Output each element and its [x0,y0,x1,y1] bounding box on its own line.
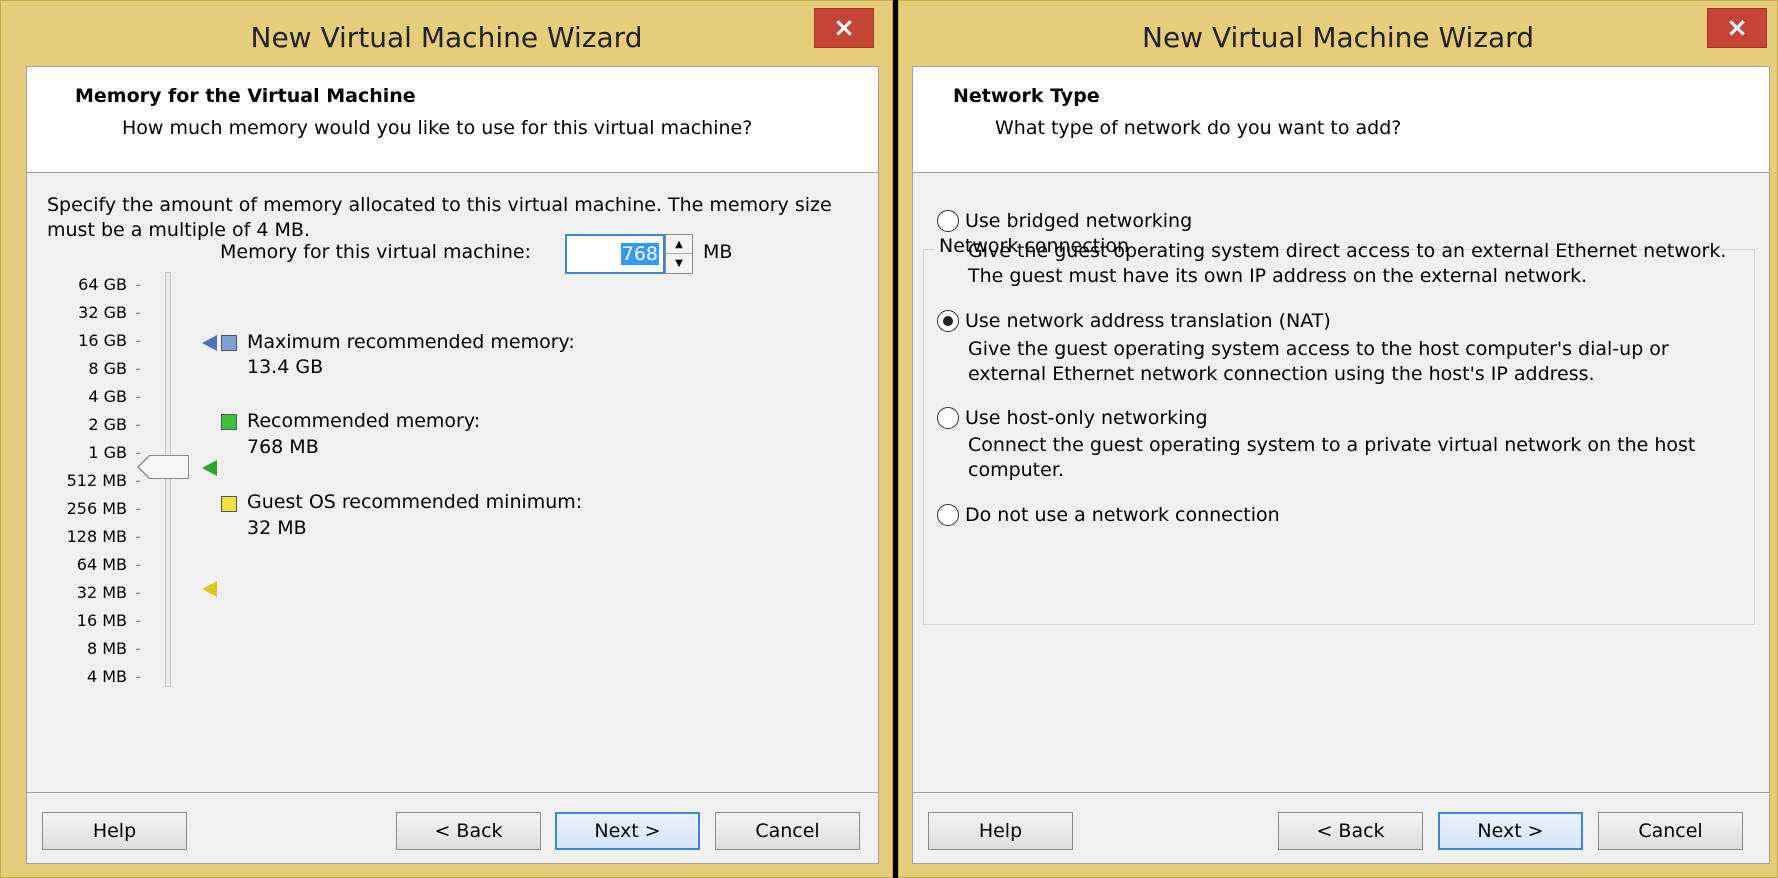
memory-label: Memory for this virtual machine: [220,241,532,263]
scale-tick: 4 MB [47,663,141,691]
nat-radio[interactable] [937,310,959,332]
scale-tick: 16 GB [47,327,141,355]
page-subtitle: What type of network do you want to add? [995,117,1402,139]
memory-unit: MB [703,241,733,263]
scale-tick: 64 GB [47,271,141,299]
recommended-value: 768 MB [247,436,319,458]
scale-tick: 64 MB [47,551,141,579]
scale-tick: 2 GB [47,411,141,439]
nat-description: Give the guest operating system access t… [968,338,1669,385]
scale-tick: 32 GB [47,299,141,327]
close-button[interactable]: × [1707,8,1767,48]
cancel-button[interactable]: Cancel [715,812,860,850]
memory-stepper[interactable]: ▲ ▼ [665,234,693,274]
next-button[interactable]: Next > [555,812,700,850]
scale-tick: 8 MB [47,635,141,663]
memory-input[interactable]: 768 [565,234,665,274]
scale-tick: 4 GB [47,383,141,411]
next-button[interactable]: Next > [1438,812,1583,850]
scale-tick: 8 GB [47,355,141,383]
memory-description: Specify the amount of memory allocated t… [47,194,832,241]
recommended-marker-icon [202,460,217,476]
title-bar[interactable]: New Virtual Machine Wizard × [899,1,1777,66]
bridged-description: Give the guest operating system direct a… [968,240,1727,287]
minimum-marker-icon [202,581,217,597]
host-only-label[interactable]: Use host-only networking [965,407,1208,429]
wizard-header: Memory for the Virtual Machine How much … [27,67,878,173]
network-wizard-window: New Virtual Machine Wizard × Network Typ… [898,0,1778,878]
recommended-swatch-icon [221,414,237,430]
help-button[interactable]: Help [928,812,1073,850]
page-title: Memory for the Virtual Machine [75,85,416,107]
memory-slider-track[interactable] [165,272,171,687]
scale-tick: 16 MB [47,607,141,635]
scale-tick: 128 MB [47,523,141,551]
bridged-radio[interactable] [937,210,959,232]
help-button[interactable]: Help [42,812,187,850]
wizard-header: Network Type What type of network do you… [913,67,1769,173]
scale-tick: 512 MB [47,467,141,495]
back-button[interactable]: < Back [1278,812,1423,850]
window-title: New Virtual Machine Wizard [1142,21,1534,54]
minimum-label: Guest OS recommended minimum: [247,491,583,513]
no-network-label[interactable]: Do not use a network connection [965,504,1280,526]
spin-up-icon[interactable]: ▲ [666,235,692,254]
back-button[interactable]: < Back [396,812,541,850]
minimum-value: 32 MB [247,517,307,539]
no-network-radio[interactable] [937,504,959,526]
scale-tick: 1 GB [47,439,141,467]
footer-divider [27,792,878,794]
page-title: Network Type [953,85,1100,107]
memory-value[interactable]: 768 [620,243,659,265]
title-bar[interactable]: New Virtual Machine Wizard × [1,1,892,66]
wizard-content: Network Type What type of network do you… [912,66,1770,864]
footer-divider [913,792,1769,794]
wizard-content: Memory for the Virtual Machine How much … [26,66,879,864]
cancel-button[interactable]: Cancel [1598,812,1743,850]
host-only-radio[interactable] [937,407,959,429]
spin-down-icon[interactable]: ▼ [666,254,692,273]
max-recommended-value: 13.4 GB [247,356,324,378]
page-subtitle: How much memory would you like to use fo… [122,117,753,139]
memory-wizard-window: New Virtual Machine Wizard × Memory for … [0,0,893,878]
max-recommended-marker-icon [202,335,217,351]
memory-slider-thumb[interactable] [137,455,189,479]
host-only-description: Connect the guest operating system to a … [968,434,1696,481]
scale-tick: 256 MB [47,495,141,523]
max-recommended-label: Maximum recommended memory: [247,331,575,353]
minimum-swatch-icon [221,496,237,512]
max-recommended-swatch-icon [221,335,237,351]
recommended-label: Recommended memory: [247,410,481,432]
window-title: New Virtual Machine Wizard [250,21,643,54]
scale-tick: 32 MB [47,579,141,607]
memory-scale: 64 GB 32 GB 16 GB 8 GB 4 GB 2 GB 1 GB 51… [47,271,141,691]
nat-label[interactable]: Use network address translation (NAT) [965,310,1331,332]
bridged-label[interactable]: Use bridged networking [965,210,1192,232]
close-button[interactable]: × [814,8,874,48]
